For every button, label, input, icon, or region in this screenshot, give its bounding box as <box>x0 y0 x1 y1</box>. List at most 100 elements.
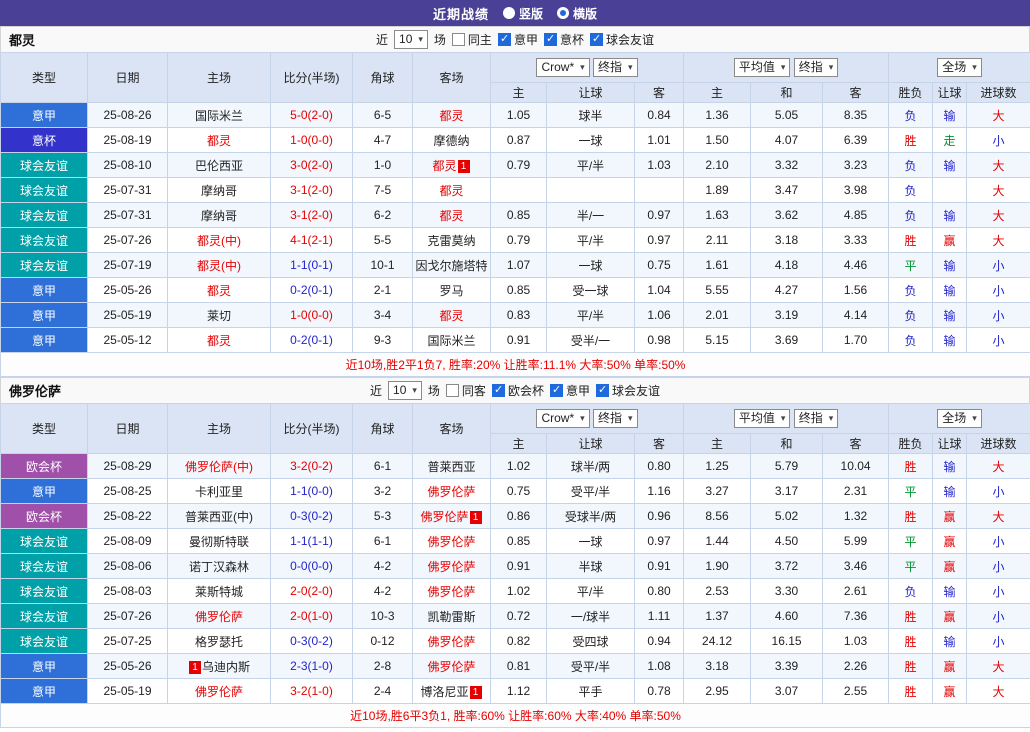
radio-label: 竖版 <box>519 5 543 22</box>
away-team-cell: 凯勒雷斯 <box>413 604 491 629</box>
team-link[interactable]: 佛罗伦萨 <box>427 560 475 574</box>
team-link[interactable]: 都灵 <box>207 284 231 298</box>
select-value: 终指 <box>799 411 823 426</box>
result-outcome: 负 <box>889 103 933 128</box>
col-home: 主场 <box>168 53 271 103</box>
team-link[interactable]: 罗马 <box>439 284 463 298</box>
home-team-cell: 莱斯特城 <box>168 579 271 604</box>
league-badge: 球会友谊 <box>1 228 88 253</box>
home-team-cell: 佛罗伦萨(中) <box>168 454 271 479</box>
same-venue-checkbox[interactable]: 同主 <box>452 31 492 48</box>
match-count-select[interactable]: 10▾ <box>394 30 428 49</box>
match-row: 球会友谊25-08-06诺丁汉森林0-0(0-0)4-2佛罗伦萨0.91半球0.… <box>1 554 1030 579</box>
checkbox-checked-icon[interactable] <box>544 33 557 46</box>
average-select[interactable]: 平均值▾ <box>734 58 791 77</box>
match-date: 25-08-03 <box>88 579 168 604</box>
team-link[interactable]: 曼彻斯特联 <box>189 535 249 549</box>
team-link[interactable]: 乌迪内斯 <box>202 660 250 674</box>
team-link[interactable]: 博洛尼亚 <box>420 685 468 699</box>
team-link[interactable]: 国际米兰 <box>427 334 475 348</box>
bookmaker-select[interactable]: Crow*▾ <box>536 409 589 428</box>
team-link[interactable]: 都灵 <box>439 209 463 223</box>
odds-away: 1.03 <box>635 153 684 178</box>
team-link[interactable]: 莱切 <box>207 309 231 323</box>
full-match-select[interactable]: 全场▾ <box>937 409 982 428</box>
result-goals: 小 <box>967 629 1030 654</box>
match-score: 0-0(0-0) <box>271 554 353 579</box>
odds-away: 0.80 <box>635 454 684 479</box>
average-select[interactable]: 平均值▾ <box>734 409 791 428</box>
team-link[interactable]: 摩纳哥 <box>201 209 237 223</box>
away-team-cell: 佛罗伦萨 <box>413 629 491 654</box>
checkbox-checked-icon[interactable] <box>550 384 563 397</box>
result-handicap: 输 <box>933 278 967 303</box>
team-link[interactable]: 都灵 <box>439 184 463 198</box>
checkbox-checked-icon[interactable] <box>590 33 603 46</box>
result-goals: 大 <box>967 103 1030 128</box>
odds-stage-select[interactable]: 终指▾ <box>593 409 638 428</box>
league-filter-checkbox[interactable]: 欧会杯 <box>492 382 544 399</box>
team-link[interactable]: 凯勒雷斯 <box>427 610 475 624</box>
chevron-down-icon: ▾ <box>580 60 585 75</box>
team-link[interactable]: 佛罗伦萨 <box>420 510 468 524</box>
team-link[interactable]: 都灵 <box>439 309 463 323</box>
team-link[interactable]: 佛罗伦萨 <box>427 535 475 549</box>
team-link[interactable]: 佛罗伦萨 <box>427 485 475 499</box>
team-link[interactable]: 诺丁汉森林 <box>189 560 249 574</box>
team-link[interactable]: 都灵 <box>207 334 231 348</box>
team-link[interactable]: 摩纳哥 <box>201 184 237 198</box>
odds-home <box>491 178 547 203</box>
team-link[interactable]: 佛罗伦萨 <box>427 660 475 674</box>
odds-stage-select[interactable]: 终指▾ <box>794 409 839 428</box>
odds-handicap: 一/球半 <box>547 604 635 629</box>
team-link[interactable]: 都灵 <box>207 134 231 148</box>
match-row: 球会友谊25-08-03莱斯特城2-0(2-0)4-2佛罗伦萨1.02平/半0.… <box>1 579 1030 604</box>
team-link[interactable]: 克雷莫纳 <box>427 234 475 248</box>
avg-draw: 3.62 <box>751 203 823 228</box>
same-venue-checkbox[interactable]: 同客 <box>446 382 486 399</box>
avg-away: 10.04 <box>823 454 889 479</box>
league-filter-checkbox[interactable]: 意甲 <box>498 31 538 48</box>
result-handicap: 输 <box>933 153 967 178</box>
match-row: 球会友谊25-07-31摩纳哥3-1(2-0)7-5都灵1.893.473.98… <box>1 178 1030 203</box>
team-link[interactable]: 佛罗伦萨 <box>195 685 243 699</box>
team-link[interactable]: 卡利亚里 <box>195 485 243 499</box>
team-link[interactable]: 摩德纳 <box>433 134 469 148</box>
odds-stage-select[interactable]: 终指▾ <box>794 58 839 77</box>
full-match-select[interactable]: 全场▾ <box>937 58 982 77</box>
league-filter-checkbox[interactable]: 球会友谊 <box>590 31 654 48</box>
team-link[interactable]: 格罗瑟托 <box>195 635 243 649</box>
team-link[interactable]: 都灵 <box>432 159 456 173</box>
league-filter-checkbox[interactable]: 意杯 <box>544 31 584 48</box>
checkbox-unchecked-icon[interactable] <box>452 33 465 46</box>
avg-draw: 3.32 <box>751 153 823 178</box>
match-count-select[interactable]: 10▾ <box>388 381 422 400</box>
team-link[interactable]: 都灵 <box>439 109 463 123</box>
team-link[interactable]: 都灵(中) <box>197 259 241 273</box>
team-link[interactable]: 都灵(中) <box>197 234 241 248</box>
team-link[interactable]: 佛罗伦萨 <box>427 585 475 599</box>
select-value: 全场 <box>942 60 966 75</box>
bookmaker-select[interactable]: Crow*▾ <box>536 58 589 77</box>
team-link[interactable]: 佛罗伦萨 <box>195 610 243 624</box>
league-filter-checkbox[interactable]: 意甲 <box>550 382 590 399</box>
team-link[interactable]: 巴伦西亚 <box>195 159 243 173</box>
odds-stage-select[interactable]: 终指▾ <box>593 58 638 77</box>
checkbox-checked-icon[interactable] <box>498 33 511 46</box>
match-filters: 近10▾场同主意甲意杯球会友谊 <box>376 30 654 49</box>
team-link[interactable]: 佛罗伦萨 <box>427 635 475 649</box>
team-link[interactable]: 莱斯特城 <box>195 585 243 599</box>
checkbox-unchecked-icon[interactable] <box>446 384 459 397</box>
league-filter-checkbox[interactable]: 球会友谊 <box>596 382 660 399</box>
layout-radio[interactable]: 竖版 <box>503 5 543 22</box>
team-link[interactable]: 普莱西亚(中) <box>185 510 253 524</box>
team-link[interactable]: 因戈尔施塔特 <box>415 259 487 273</box>
league-badge: 意甲 <box>1 479 88 504</box>
team-link[interactable]: 佛罗伦萨(中) <box>185 460 253 474</box>
layout-radio[interactable]: 横版 <box>557 5 597 22</box>
team-link[interactable]: 普莱西亚 <box>427 460 475 474</box>
home-team-cell: 都灵 <box>168 128 271 153</box>
team-link[interactable]: 国际米兰 <box>195 109 243 123</box>
checkbox-checked-icon[interactable] <box>596 384 609 397</box>
checkbox-checked-icon[interactable] <box>492 384 505 397</box>
